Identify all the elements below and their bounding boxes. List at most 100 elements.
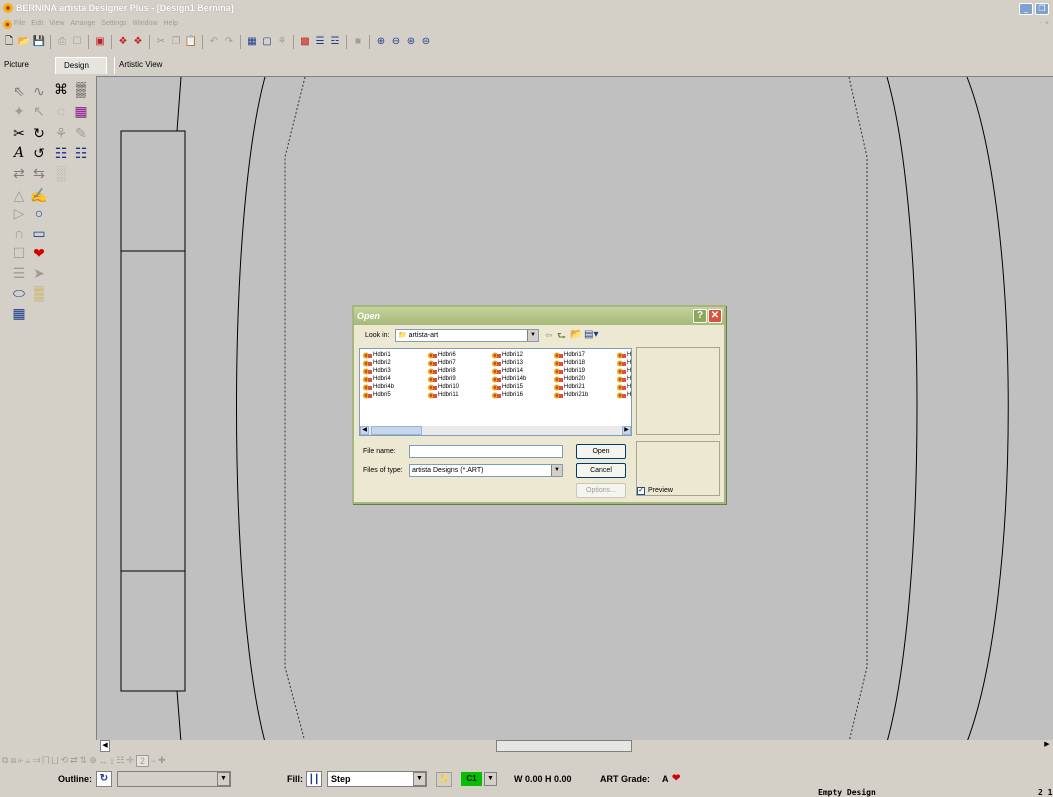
file-item[interactable]: Hdbri4: [363, 375, 394, 383]
file-item[interactable]: H: [617, 367, 631, 375]
scroll-left-button[interactable]: ◀: [100, 740, 110, 752]
files-of-type-select[interactable]: artista Designs (*.ART) ▼: [409, 464, 563, 477]
zoom-box-icon[interactable]: ⊛: [404, 35, 418, 49]
outline-dropdown-icon[interactable]: ▼: [217, 772, 230, 786]
file-item[interactable]: Hdbri1: [363, 351, 394, 359]
mirror-v-icon[interactable]: ⇅: [80, 755, 88, 766]
crosshair-icon[interactable]: ✚: [158, 755, 166, 766]
triangle-icon[interactable]: △: [10, 186, 28, 204]
list-scroll-left[interactable]: ◀: [360, 426, 369, 435]
look-in-dropdown-icon[interactable]: ▼: [527, 330, 538, 341]
select-arrow-icon[interactable]: ⇖: [10, 82, 28, 100]
save-icon[interactable]: 💾: [32, 35, 46, 49]
paste-icon[interactable]: 📋: [184, 35, 198, 49]
file-item[interactable]: Hdbri17: [554, 351, 588, 359]
print-preview-icon[interactable]: ☐: [70, 35, 84, 49]
dots-grid-2-icon[interactable]: ☷: [72, 144, 90, 162]
view-menu-icon[interactable]: ▤▾: [584, 329, 598, 340]
flower-icon[interactable]: ⚘: [52, 124, 70, 142]
dots-grid-icon[interactable]: ☷: [52, 144, 70, 162]
open-button[interactable]: Open: [576, 444, 626, 459]
weld-icon[interactable]: ✦: [10, 102, 28, 120]
zoom-all-icon[interactable]: ⊜: [419, 35, 433, 49]
fill-dropdown-icon[interactable]: ▼: [413, 772, 426, 786]
file-item[interactable]: Hdbri18: [554, 359, 588, 367]
copy-icon[interactable]: ❐: [169, 35, 183, 49]
open-icon[interactable]: 📂: [17, 35, 31, 49]
up-folder-icon[interactable]: ⮑: [557, 329, 566, 346]
menu-window[interactable]: Window: [133, 20, 158, 27]
file-item[interactable]: Hdbri15: [492, 383, 526, 391]
redraw-icon[interactable]: ☲: [328, 35, 342, 49]
export-icon[interactable]: ▣: [93, 35, 107, 49]
move-icon[interactable]: ✛: [126, 755, 134, 766]
options-button[interactable]: Options...: [576, 483, 626, 498]
rotate-icon[interactable]: ↻: [30, 124, 48, 142]
tab-picture[interactable]: Picture: [2, 57, 47, 74]
file-item[interactable]: Hdbri5: [363, 391, 394, 399]
scroll-thumb[interactable]: [496, 740, 632, 752]
pattern-icon[interactable]: ▒: [72, 80, 90, 98]
file-list-scrollbar[interactable]: ◀ ▶: [360, 426, 631, 435]
lettering-icon[interactable]: A: [10, 144, 28, 162]
frame-icon[interactable]: ☐: [10, 244, 28, 262]
files-of-type-dropdown-icon[interactable]: ▼: [551, 465, 562, 476]
cut-tool-icon[interactable]: ✂: [10, 124, 28, 142]
file-item[interactable]: Hdbri21b: [554, 391, 588, 399]
menu-file[interactable]: File: [14, 20, 25, 27]
stitch-cross-icon[interactable]: ⌘: [52, 80, 70, 98]
mdi-controls[interactable]: - ×: [1039, 20, 1049, 27]
rotate-left-icon[interactable]: ⟲: [61, 755, 69, 766]
arc-icon[interactable]: ∩: [10, 224, 28, 242]
new-icon[interactable]: 🗋: [2, 35, 16, 49]
rectangle-icon[interactable]: ▭: [30, 224, 48, 242]
file-item[interactable]: Hdbri13: [492, 359, 526, 367]
file-item[interactable]: H: [617, 383, 631, 391]
import-icon[interactable]: ❖: [116, 35, 130, 49]
cut-icon[interactable]: ✂: [154, 35, 168, 49]
file-item[interactable]: H: [617, 375, 631, 383]
file-item[interactable]: Hdbri21: [554, 383, 588, 391]
circle-pattern-icon[interactable]: ◌: [52, 102, 70, 120]
minimize-button[interactable]: _: [1019, 3, 1033, 15]
arrow-right-icon[interactable]: ➤: [30, 264, 48, 282]
file-name-input[interactable]: [409, 445, 563, 458]
group-icon[interactable]: ⧉: [2, 755, 8, 766]
file-item[interactable]: Hdbri20: [554, 375, 588, 383]
file-item[interactable]: Hdbri11: [428, 391, 459, 399]
file-item[interactable]: H: [617, 351, 631, 359]
list-scroll-right[interactable]: ▶: [622, 426, 631, 435]
spread-h-icon[interactable]: ↔: [99, 756, 108, 766]
menu-view[interactable]: View: [49, 20, 64, 27]
file-item[interactable]: Hdbri2: [363, 359, 394, 367]
align-bottom-icon[interactable]: ⨆: [51, 755, 58, 766]
tab-artistic-view[interactable]: Artistic View: [114, 57, 172, 74]
minus-icon[interactable]: −: [151, 756, 156, 766]
fill-type-icon[interactable]: ┃┃: [306, 771, 322, 787]
menu-help[interactable]: Help: [164, 20, 178, 27]
look-in-select[interactable]: 📁 artista-art ▼: [395, 329, 539, 342]
show-stitches-icon[interactable]: ⚘: [275, 35, 289, 49]
horizontal-scrollbar[interactable]: ◀ ▶: [96, 740, 1053, 752]
reshape-icon[interactable]: ∿: [30, 82, 48, 100]
fill-select[interactable]: Step: [327, 771, 427, 787]
undo-icon[interactable]: ↶: [207, 35, 221, 49]
file-item[interactable]: Hdbri4b: [363, 383, 394, 391]
heart-tool-icon[interactable]: ❤: [30, 244, 48, 262]
preview-checkbox[interactable]: ✓: [637, 487, 645, 495]
curve-icon[interactable]: ↺: [30, 144, 48, 162]
file-item[interactable]: H: [617, 359, 631, 367]
freehand-icon[interactable]: ✍: [30, 186, 48, 204]
center-icon[interactable]: ⊕: [89, 755, 97, 766]
scroll-right-button[interactable]: ▶: [1042, 740, 1052, 752]
align-top-icon[interactable]: ⨅: [42, 755, 49, 766]
file-item[interactable]: Hdbri12: [492, 351, 526, 359]
ungroup-icon[interactable]: ⧈: [10, 755, 16, 766]
align-right-icon[interactable]: ⫥: [32, 755, 40, 766]
file-item[interactable]: Hdbri6: [428, 351, 459, 359]
back-icon[interactable]: ⇦: [545, 330, 553, 341]
help-button[interactable]: ?: [693, 309, 707, 323]
color-film-icon[interactable]: ▩: [298, 35, 312, 49]
file-item[interactable]: Hdbri16: [492, 391, 526, 399]
zoom-field[interactable]: 2: [135, 754, 149, 767]
